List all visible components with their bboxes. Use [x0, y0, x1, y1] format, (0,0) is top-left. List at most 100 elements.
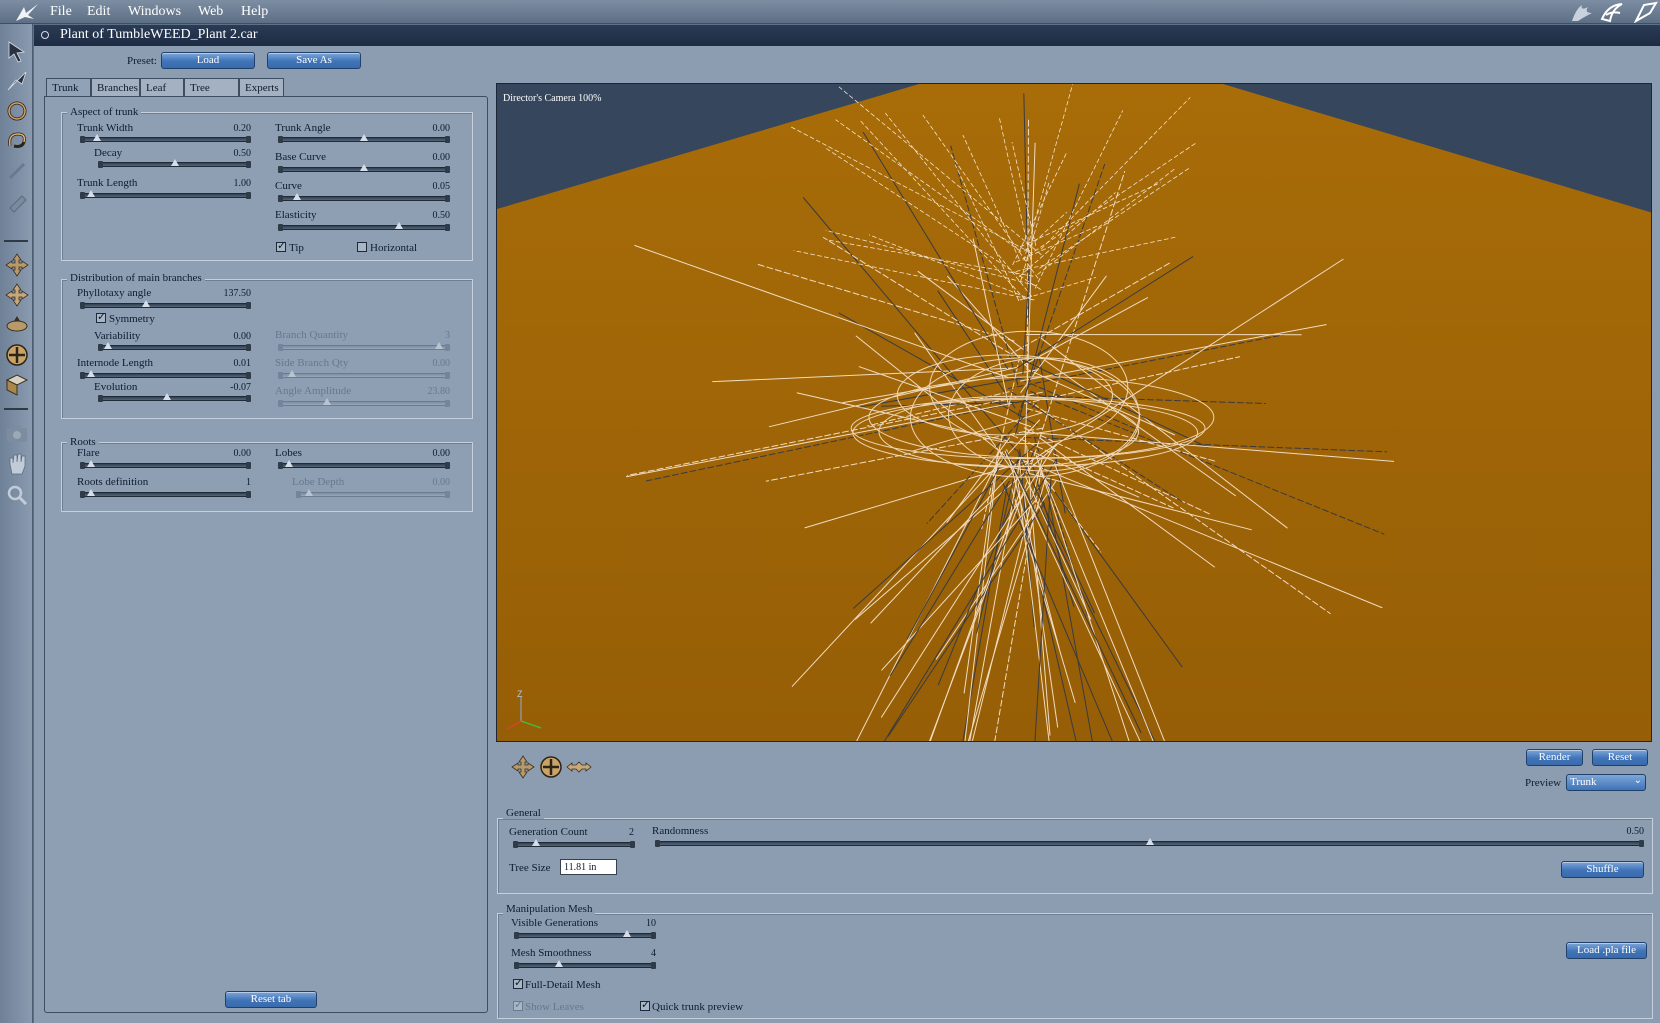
tab-experts[interactable]: Experts	[239, 78, 284, 97]
mesh-smoothness-label: Mesh Smoothness	[511, 947, 592, 959]
camera-move-xy-icon[interactable]	[510, 754, 536, 780]
slider-thumb[interactable]	[1145, 838, 1154, 845]
preview-dropdown[interactable]: Trunk ⌄	[1566, 774, 1646, 791]
horizontal-checkbox[interactable]	[357, 242, 367, 252]
tip-label: Tip	[289, 242, 304, 254]
shuffle-button[interactable]: Shuffle	[1561, 861, 1644, 878]
tab-trunk[interactable]: Trunk	[46, 78, 91, 98]
variability-slider[interactable]	[98, 342, 251, 351]
quick-trunk-preview-checkbox[interactable]	[640, 998, 650, 1011]
menu-edit[interactable]: Edit	[87, 4, 110, 20]
slider-thumb[interactable]	[86, 370, 95, 377]
decay-slider[interactable]	[98, 159, 251, 168]
toolbar-divider	[4, 240, 28, 242]
camera-orbit-icon[interactable]	[538, 754, 564, 780]
curve-value: 0.05	[432, 181, 451, 192]
room-hair-icon[interactable]	[1598, 1, 1626, 23]
tab-leaf[interactable]: Leaf	[140, 78, 184, 97]
tab-tree-shape[interactable]: Tree shape	[184, 78, 239, 106]
morph-brush-icon[interactable]	[4, 188, 30, 214]
generation-count-label: Generation Count	[509, 826, 588, 838]
slider-thumb[interactable]	[170, 159, 179, 166]
slider-thumb[interactable]	[555, 960, 563, 967]
trunk-angle-slider[interactable]	[278, 134, 450, 143]
curve-slider[interactable]	[278, 193, 450, 202]
camera-move-xz-icon[interactable]	[566, 754, 592, 780]
lobes-slider[interactable]	[278, 460, 450, 469]
trunk-width-slider[interactable]	[80, 134, 251, 143]
rotate-icon[interactable]	[4, 98, 30, 124]
tree-size-input[interactable]	[560, 859, 617, 875]
randomness-slider[interactable]	[655, 838, 1644, 847]
load-preset-button[interactable]: Load	[161, 52, 255, 69]
side-branch-qty-value: 0.00	[432, 358, 451, 369]
generation-count-slider[interactable]	[513, 839, 635, 848]
flare-slider[interactable]	[80, 460, 251, 469]
zoom-icon[interactable]	[4, 482, 30, 508]
menu-help[interactable]: Help	[241, 4, 268, 20]
lobe-depth-label: Lobe Depth	[292, 476, 345, 488]
full-detail-mesh-checkbox[interactable]	[513, 976, 523, 989]
slider-thumb[interactable]	[622, 930, 631, 937]
curve-label: Curve	[275, 180, 302, 192]
slider-thumb[interactable]	[86, 190, 95, 197]
window-options-icon[interactable]	[41, 31, 49, 39]
camera-icon[interactable]	[4, 420, 30, 446]
angle-amplitude-value: 23.80	[427, 386, 451, 397]
ground-plane-icon[interactable]	[4, 372, 30, 398]
slider-thumb[interactable]	[360, 134, 368, 141]
branch-quantity-slider	[278, 342, 450, 351]
load-pla-file-button[interactable]: Load .pla file	[1566, 942, 1647, 959]
roots-definition-slider[interactable]	[80, 489, 251, 498]
slider-thumb[interactable]	[86, 460, 95, 467]
preset-label: Preset:	[127, 55, 157, 67]
slider-thumb[interactable]	[93, 134, 102, 141]
menu-windows[interactable]: Windows	[128, 4, 181, 20]
slider-thumb[interactable]	[284, 460, 293, 467]
randomness-label: Randomness	[652, 825, 709, 837]
phyllotaxy-angle-slider[interactable]	[80, 300, 251, 309]
taper-icon[interactable]	[4, 158, 30, 184]
base-curve-slider[interactable]	[278, 164, 450, 173]
twist-icon[interactable]	[4, 128, 30, 154]
preview-selected-value: Trunk	[1570, 776, 1597, 788]
poser-logo-icon[interactable]	[14, 1, 40, 23]
reset-button[interactable]: Reset	[1592, 749, 1648, 766]
elasticity-value: 0.50	[432, 210, 451, 221]
room-cloth-icon[interactable]	[1630, 1, 1658, 23]
elasticity-slider[interactable]	[278, 222, 450, 231]
visible-generations-slider[interactable]	[514, 930, 656, 939]
evolution-slider[interactable]	[98, 393, 251, 402]
slider-thumb[interactable]	[104, 342, 113, 349]
slider-thumb[interactable]	[292, 193, 301, 200]
move-icon[interactable]	[4, 312, 30, 338]
menu-web[interactable]: Web	[198, 4, 223, 20]
phyllotaxy-angle-value: 137.50	[223, 288, 252, 299]
lobes-value: 0.00	[432, 448, 451, 459]
symmetry-checkbox[interactable]	[96, 310, 106, 323]
mesh-smoothness-slider[interactable]	[514, 960, 656, 969]
hand-icon[interactable]	[4, 450, 30, 476]
direct-manipulation-icon[interactable]	[4, 68, 30, 94]
slider-thumb[interactable]	[86, 489, 95, 496]
translate-xy-icon[interactable]	[4, 252, 30, 278]
reset-tab-button[interactable]: Reset tab	[225, 991, 317, 1008]
generation-count-value: 2	[629, 827, 634, 838]
slider-thumb[interactable]	[142, 300, 151, 307]
save-as-preset-button[interactable]: Save As	[267, 52, 361, 69]
room-hand-icon[interactable]	[1568, 1, 1596, 23]
orbit-icon[interactable]	[4, 342, 30, 368]
select-tool-icon[interactable]	[4, 38, 30, 64]
translate-xz-icon[interactable]	[4, 282, 30, 308]
menu-file[interactable]: File	[50, 4, 72, 20]
trunk-length-slider[interactable]	[80, 190, 251, 199]
slider-thumb[interactable]	[163, 393, 172, 400]
slider-thumb[interactable]	[395, 222, 404, 229]
tip-checkbox[interactable]	[276, 239, 286, 252]
internode-length-slider[interactable]	[80, 370, 251, 379]
slider-thumb[interactable]	[360, 164, 368, 171]
render-button[interactable]: Render	[1526, 749, 1583, 766]
slider-thumb[interactable]	[531, 839, 540, 846]
tab-branches[interactable]: Branches	[91, 78, 140, 97]
3d-preview-viewport[interactable]: Director's Camera 100% Z	[496, 83, 1652, 742]
